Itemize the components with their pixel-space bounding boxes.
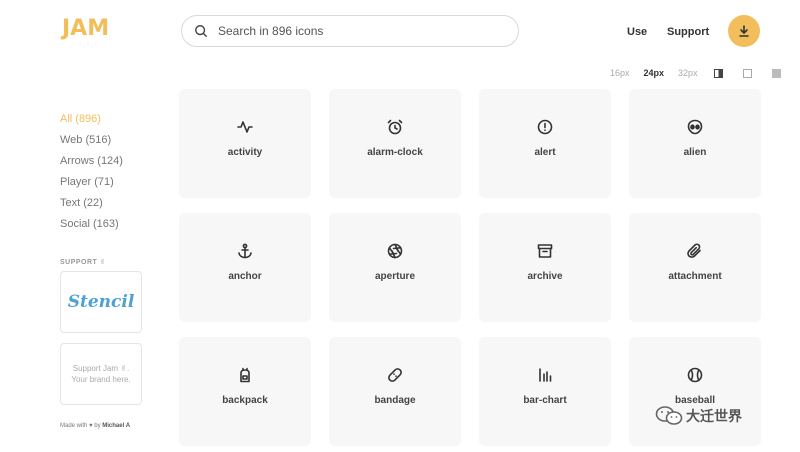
baseball-icon <box>687 367 703 383</box>
category-web[interactable]: Web (516) <box>60 133 150 154</box>
icon-card-bar-chart[interactable]: bar-chart <box>479 337 611 446</box>
watermark: 大迁世界 <box>655 405 742 427</box>
size-32px-option[interactable]: 32px <box>678 68 698 78</box>
aperture-icon <box>387 243 403 259</box>
icon-label: bandage <box>374 395 416 406</box>
download-icon <box>739 25 749 37</box>
search-icon <box>195 25 207 37</box>
icon-grid: activity alarm-clock alert alien anchor … <box>179 89 761 446</box>
attachment-icon <box>687 243 701 258</box>
category-text[interactable]: Text (22) <box>60 196 150 217</box>
stencil-logo: Stencil <box>67 292 135 312</box>
support-label: SUPPORT ✌ <box>60 259 107 266</box>
icon-label: activity <box>227 147 263 158</box>
sponsor-line-1: Support Jam ✌. <box>72 364 130 373</box>
category-sidebar: All (896) Web (516) Arrows (124) Player … <box>60 112 150 238</box>
icon-card-activity[interactable]: activity <box>179 89 311 198</box>
search-bar[interactable] <box>181 15 519 47</box>
icon-card-attachment[interactable]: attachment <box>629 213 761 322</box>
author-link[interactable]: Michael A <box>102 423 130 429</box>
search-input[interactable] <box>218 24 498 38</box>
anchor-icon <box>238 243 252 259</box>
icon-label: attachment <box>668 271 722 282</box>
icon-label: alert <box>534 147 556 158</box>
icon-card-backpack[interactable]: backpack <box>179 337 311 446</box>
size-24px-option[interactable]: 24px <box>644 68 665 78</box>
light-theme-icon[interactable] <box>742 68 752 78</box>
jam-logo[interactable]: JAM <box>62 16 109 41</box>
nav-support-link[interactable]: Support <box>667 26 709 38</box>
bar-chart-icon <box>539 368 552 382</box>
category-player[interactable]: Player (71) <box>60 175 150 196</box>
archive-icon <box>537 244 553 258</box>
sponsor-slot-ad[interactable]: Support Jam ✌. Your brand here. <box>60 343 142 405</box>
stencil-sponsor-ad[interactable]: Stencil <box>60 271 142 333</box>
category-arrows[interactable]: Arrows (124) <box>60 154 150 175</box>
sponsor-line-2: Your brand here. <box>71 375 131 384</box>
icon-card-bandage[interactable]: bandage <box>329 337 461 446</box>
icon-label: bar-chart <box>523 395 567 406</box>
alarm-clock-icon <box>387 119 403 135</box>
icon-card-anchor[interactable]: anchor <box>179 213 311 322</box>
made-with-credit: Made with ♥ by Michael A <box>60 423 130 429</box>
nav-use-link[interactable]: Use <box>627 26 647 38</box>
made-with-text: Made with ♥ by <box>60 423 101 429</box>
download-button[interactable] <box>728 15 760 47</box>
icon-card-aperture[interactable]: aperture <box>329 213 461 322</box>
contrast-theme-icon[interactable] <box>713 68 723 78</box>
bandage-icon <box>388 368 402 382</box>
wechat-icon <box>655 406 683 425</box>
icon-label: backpack <box>222 395 268 406</box>
icon-card-baseball[interactable]: baseball <box>629 337 761 446</box>
icon-label: archive <box>527 271 563 282</box>
icon-label: aperture <box>374 271 415 282</box>
icon-label: alien <box>683 147 707 158</box>
category-all[interactable]: All (896) <box>60 112 150 133</box>
view-toolbar: 16px 24px 32px <box>610 67 781 79</box>
watermark-text: 大迁世界 <box>686 408 742 424</box>
category-social[interactable]: Social (163) <box>60 217 150 238</box>
icon-card-alarm-clock[interactable]: alarm-clock <box>329 89 461 198</box>
activity-icon <box>237 121 253 133</box>
dark-theme-icon[interactable] <box>771 68 781 78</box>
icon-card-alien[interactable]: alien <box>629 89 761 198</box>
icon-label: anchor <box>228 271 262 282</box>
backpack-icon <box>240 367 250 383</box>
alien-icon <box>687 119 703 135</box>
alert-icon <box>537 119 553 135</box>
size-16px-option[interactable]: 16px <box>610 68 630 78</box>
icon-label: alarm-clock <box>367 147 423 158</box>
icon-card-alert[interactable]: alert <box>479 89 611 198</box>
icon-card-archive[interactable]: archive <box>479 213 611 322</box>
